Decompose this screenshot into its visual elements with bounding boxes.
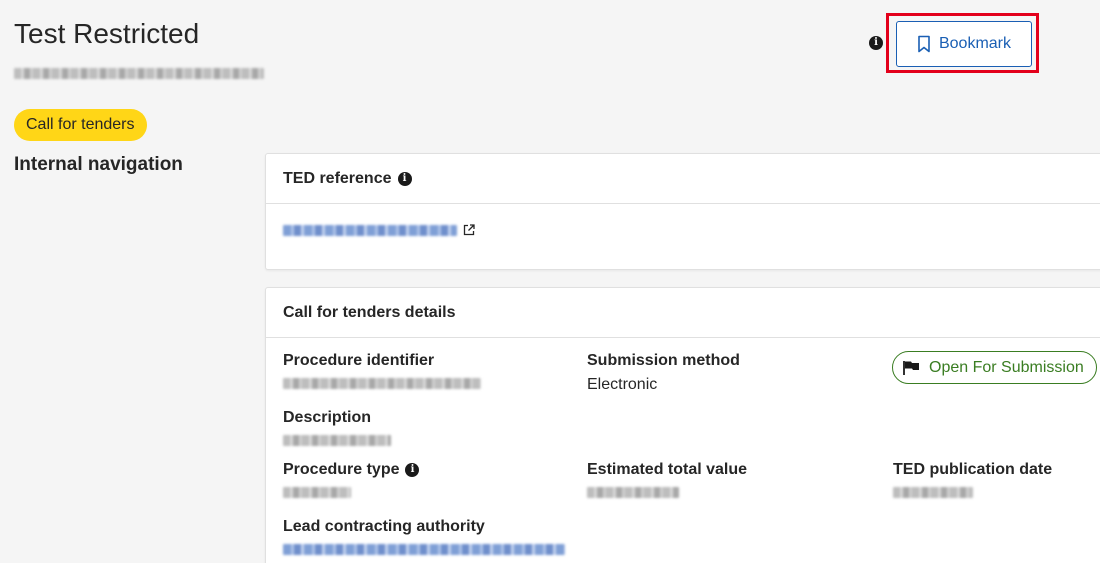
status-badge-label: Open For Submission — [929, 358, 1084, 376]
bookmark-button[interactable]: Bookmark — [896, 21, 1032, 67]
estimated-total-value-label: Estimated total value — [587, 461, 748, 478]
procedure-type-field: Procedure type i — [283, 461, 420, 503]
ted-reference-title: TED reference — [283, 169, 392, 187]
submission-method-field: Submission method Electronic — [587, 352, 740, 394]
external-link-icon — [463, 224, 475, 236]
estimated-total-value-field: Estimated total value — [587, 461, 747, 503]
bookmark-icon — [918, 35, 930, 53]
description-label: Description — [283, 409, 372, 426]
call-for-tenders-details-card: Call for tenders details Procedure ident… — [265, 287, 1100, 563]
description-redacted — [283, 435, 391, 446]
status-badge: Open For Submission — [892, 351, 1097, 384]
procedure-id-redacted — [14, 68, 264, 79]
estimated-total-value-redacted — [587, 487, 679, 498]
procedure-type-redacted — [283, 487, 351, 498]
page-title: Test Restricted — [14, 18, 200, 49]
ted-publication-date-redacted — [893, 487, 973, 498]
procedure-type-label: Procedure type — [283, 461, 400, 478]
procedure-identifier-redacted — [283, 378, 481, 389]
ted-reference-link-redacted — [283, 224, 457, 236]
lead-contracting-authority-label: Lead contracting authority — [283, 518, 485, 535]
ted-reference-link[interactable] — [283, 224, 475, 236]
info-icon[interactable]: i — [405, 463, 420, 477]
lead-contracting-authority-field: Lead contracting authority — [283, 518, 565, 560]
flag-icon — [903, 360, 919, 375]
bookmark-label: Bookmark — [938, 35, 1012, 52]
details-header: Call for tenders details — [266, 288, 1100, 338]
ted-publication-date-field: TED publication date — [893, 461, 1052, 503]
info-icon[interactable]: i — [397, 171, 412, 186]
description-field: Description — [283, 409, 391, 451]
internal-navigation-title: Internal navigation — [14, 154, 183, 175]
status-pill: Call for tenders — [14, 109, 147, 141]
ted-reference-header: TED reference i — [266, 154, 1100, 204]
ted-publication-date-label: TED publication date — [893, 461, 1053, 478]
submission-method-label: Submission method — [587, 352, 740, 369]
procedure-identifier-label: Procedure identifier — [283, 352, 435, 369]
info-icon[interactable]: i — [869, 36, 883, 50]
lead-contracting-authority-link[interactable] — [283, 544, 565, 555]
submission-method-value: Electronic — [587, 376, 658, 393]
ted-reference-card: TED reference i — [265, 153, 1100, 270]
details-title: Call for tenders details — [283, 303, 456, 321]
procedure-identifier-field: Procedure identifier — [283, 352, 481, 394]
procedure-type-label-row: Procedure type i — [283, 461, 420, 479]
